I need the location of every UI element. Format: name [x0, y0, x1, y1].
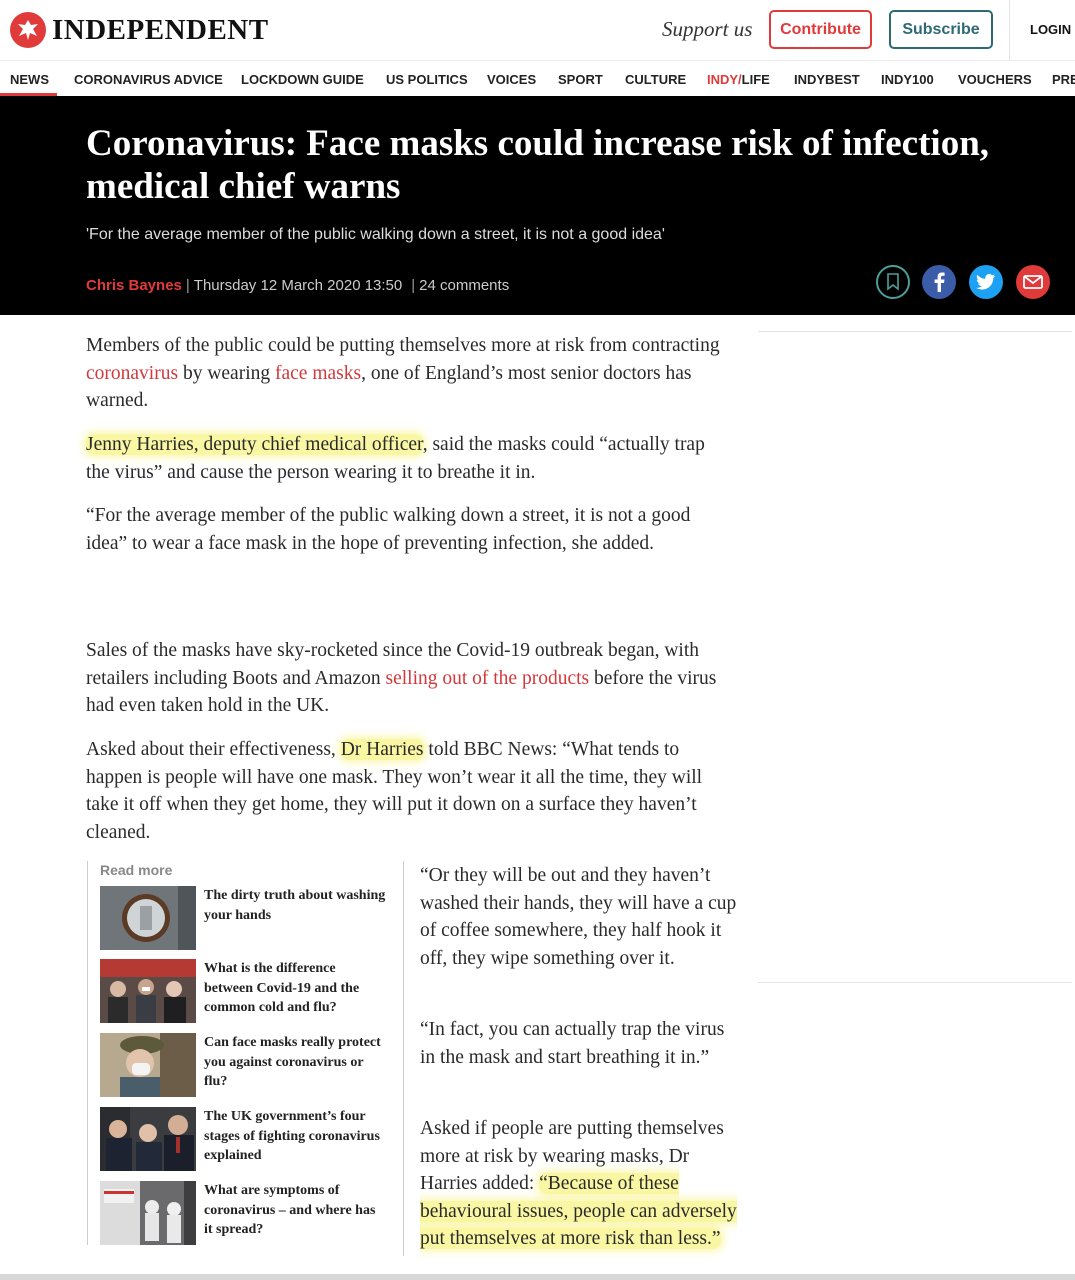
- read-more-thumbnail: [100, 1033, 196, 1097]
- read-more-thumbnail: [100, 1181, 196, 1245]
- nav-item-indy-life-suffix: LIFE: [741, 72, 770, 87]
- contribute-button[interactable]: Contribute: [769, 10, 872, 49]
- paragraph-text: Asked about their effectiveness,: [86, 739, 341, 760]
- byline-separator: |: [411, 277, 416, 294]
- header-divider: [1009, 0, 1010, 60]
- byline-separator: |: [185, 277, 190, 294]
- article-paragraph: Sales of the masks have sky-rocketed sin…: [86, 637, 726, 720]
- read-more-title: What is the difference between Covid-19 …: [204, 961, 360, 1015]
- read-more-title: What are symptoms of coronavirus – and w…: [204, 1183, 376, 1237]
- support-us-text: Support us: [662, 17, 753, 41]
- face-masks-link[interactable]: face masks: [275, 363, 361, 384]
- read-more-title: The dirty truth about washing your hands: [204, 888, 386, 923]
- nav-item-coronavirus-advice[interactable]: CORONAVIRUS ADVICE: [74, 72, 223, 87]
- sidebar-divider: [758, 982, 1072, 983]
- sidebar-divider: [758, 331, 1072, 332]
- article-paragraph: “For the average member of the public wa…: [86, 505, 691, 554]
- read-more-item[interactable]: The UK government’s four stages of fight…: [100, 1107, 385, 1171]
- subscribe-button[interactable]: Subscribe: [889, 10, 993, 49]
- twitter-icon: [976, 274, 996, 290]
- login-link[interactable]: LOGIN: [1030, 22, 1071, 37]
- read-more-label: Read more: [100, 862, 173, 878]
- twitter-share-button[interactable]: [969, 265, 1003, 299]
- mail-icon: [1023, 275, 1043, 289]
- column-divider: [403, 861, 404, 1256]
- author-link[interactable]: Chris Baynes: [86, 277, 182, 294]
- article-hero: Coronavirus: Face masks could increase r…: [0, 96, 1075, 315]
- nav-item-indybest[interactable]: INDYBEST: [794, 72, 860, 87]
- read-more-item[interactable]: The dirty truth about washing your hands: [100, 886, 385, 950]
- read-more-item[interactable]: Can face masks really protect you agains…: [100, 1033, 385, 1097]
- site-header: INDEPENDENT Support us Contribute Subscr…: [0, 0, 1075, 60]
- article-paragraph: Asked if people are putting themselves m…: [420, 1115, 740, 1253]
- facebook-icon: [934, 272, 945, 292]
- email-share-button[interactable]: [1016, 265, 1050, 299]
- nav-item-lockdown-guide[interactable]: LOCKDOWN GUIDE: [241, 72, 364, 87]
- article-paragraph: “In fact, you can actually trap the viru…: [420, 1019, 725, 1068]
- nav-item-voices[interactable]: VOICES: [487, 72, 536, 87]
- nav-item-news[interactable]: NEWS: [10, 72, 49, 87]
- nav-item-sport[interactable]: SPORT: [558, 72, 603, 87]
- nav-item-us-politics[interactable]: US POLITICS: [386, 72, 468, 87]
- nav-item-premium[interactable]: PRE: [1052, 72, 1075, 87]
- bookmark-icon: [887, 273, 899, 291]
- paragraph-text: Members of the public could be putting t…: [86, 335, 720, 356]
- logo-text: INDEPENDENT: [52, 13, 269, 46]
- publish-date: Thursday 12 March 2020 13:50: [193, 277, 403, 294]
- highlighted-text: Jenny Harries, deputy chief medical offi…: [86, 434, 423, 455]
- read-more-item[interactable]: What are symptoms of coronavirus – and w…: [100, 1181, 385, 1245]
- read-more-item[interactable]: What is the difference between Covid-19 …: [100, 959, 385, 1023]
- read-more-title: Can face masks really protect you agains…: [204, 1035, 381, 1089]
- article-paragraph: Jenny Harries, deputy chief medical offi…: [86, 431, 726, 486]
- article-paragraph: Members of the public could be putting t…: [86, 332, 726, 415]
- eagle-icon: [10, 12, 46, 48]
- article-standfirst: 'For the average member of the public wa…: [86, 226, 665, 243]
- read-more-thumbnail: [100, 886, 196, 950]
- read-more-thumbnail: [100, 1107, 196, 1171]
- read-more-thumbnail: [100, 959, 196, 1023]
- main-nav: NEWS CORONAVIRUS ADVICE LOCKDOWN GUIDE U…: [0, 60, 1075, 96]
- nav-item-indy-life[interactable]: INDY/LIFE: [707, 72, 770, 87]
- read-more-box: Read more The dirty truth about washing …: [87, 861, 387, 1245]
- article-headline: Coronavirus: Face masks could increase r…: [86, 123, 990, 207]
- page-bottom-edge: [0, 1274, 1075, 1280]
- nav-item-indy100[interactable]: INDY100: [881, 72, 934, 87]
- bookmark-button[interactable]: [876, 265, 910, 299]
- paragraph-text: by wearing: [178, 362, 275, 384]
- nav-item-culture[interactable]: CULTURE: [625, 72, 686, 87]
- read-more-title: The UK government’s four stages of fight…: [204, 1109, 380, 1163]
- nav-item-indy-life-prefix: INDY/: [707, 72, 742, 87]
- byline: Chris Baynes | Thursday 12 March 2020 13:5…: [86, 277, 509, 294]
- nav-item-vouchers[interactable]: VOUCHERS: [958, 72, 1032, 87]
- article-paragraph: Asked about their effectiveness, Dr Harr…: [86, 736, 726, 846]
- coronavirus-link[interactable]: coronavirus: [86, 363, 178, 384]
- selling-out-link[interactable]: selling out of the products: [385, 668, 589, 689]
- highlighted-text: Dr Harries: [340, 739, 424, 760]
- article-paragraph: “Or they will be out and they haven’t wa…: [420, 865, 737, 969]
- facebook-share-button[interactable]: [922, 265, 956, 299]
- site-logo[interactable]: INDEPENDENT: [10, 12, 269, 48]
- comments-link[interactable]: 24 comments: [419, 277, 509, 294]
